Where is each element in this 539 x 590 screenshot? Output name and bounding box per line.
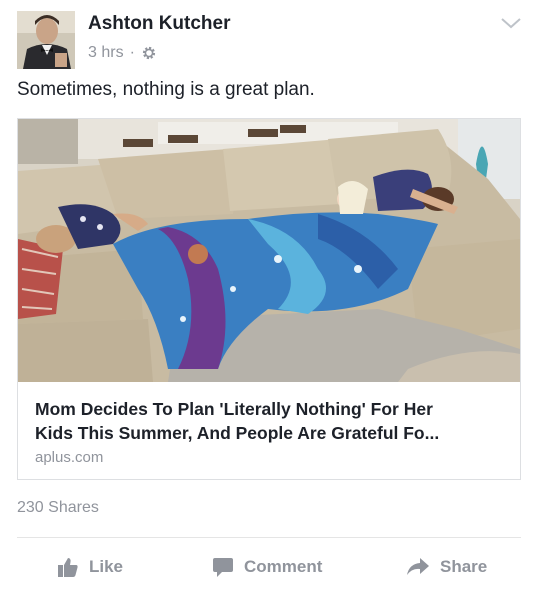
divider xyxy=(17,537,521,538)
chevron-down-icon[interactable] xyxy=(500,16,522,30)
link-preview-image[interactable] xyxy=(18,119,520,382)
post-meta: 3 hrs · xyxy=(88,43,157,63)
post-text: Sometimes, nothing is a great plan. xyxy=(17,79,315,100)
author-name[interactable]: Ashton Kutcher xyxy=(88,13,231,35)
link-preview-card[interactable]: Mom Decides To Plan 'Literally Nothing' … xyxy=(17,118,521,480)
link-title-line-1[interactable]: Mom Decides To Plan 'Literally Nothing' … xyxy=(35,397,510,421)
comment-label: Comment xyxy=(244,557,323,576)
meta-separator: · xyxy=(129,44,135,61)
share-label: Share xyxy=(440,557,488,576)
comment-button[interactable]: Comment xyxy=(212,555,322,579)
like-button[interactable]: Like xyxy=(57,555,123,579)
gear-icon[interactable] xyxy=(141,45,157,61)
timestamp[interactable]: 3 hrs xyxy=(88,44,124,62)
link-domain: aplus.com xyxy=(35,449,104,466)
thumbs-up-icon xyxy=(57,556,79,578)
avatar-image xyxy=(17,11,75,69)
share-arrow-icon xyxy=(406,556,430,578)
link-title-line-2[interactable]: Kids This Summer, And People Are Gratefu… xyxy=(35,421,510,445)
shares-count[interactable]: 230 Shares xyxy=(17,499,99,517)
author-avatar[interactable] xyxy=(17,11,75,69)
share-button[interactable]: Share xyxy=(406,555,487,579)
comment-bubble-icon xyxy=(212,556,234,578)
like-label: Like xyxy=(89,557,124,576)
